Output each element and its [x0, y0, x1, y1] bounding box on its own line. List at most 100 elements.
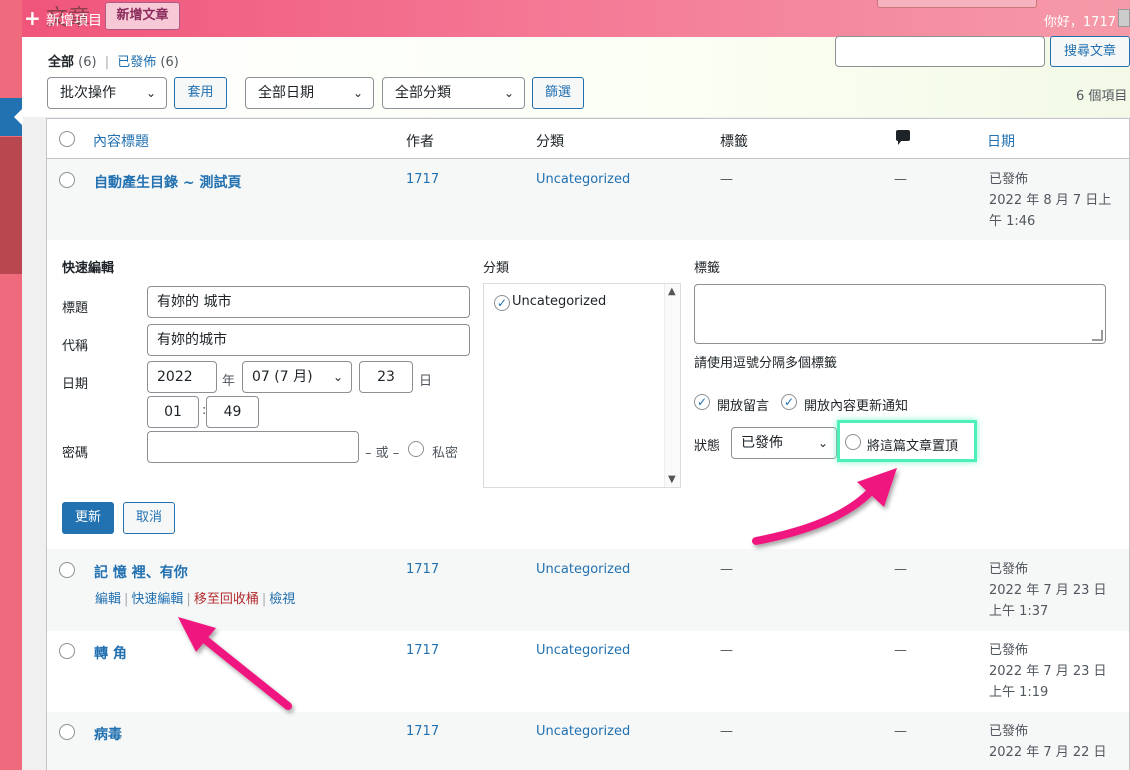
chevron-down-icon: ⌄ — [332, 370, 343, 384]
filter-published-link[interactable]: 已發佈 — [117, 55, 156, 70]
post-author-link[interactable]: 1717 — [406, 643, 439, 658]
post-author-link[interactable]: 1717 — [406, 562, 439, 577]
bulk-actions-select[interactable]: 批次操作 ⌄ — [47, 77, 167, 109]
row-checkbox[interactable] — [59, 172, 75, 188]
filter-all-count: (6) — [78, 55, 97, 70]
quick-edit-link[interactable]: 快速編輯 — [131, 592, 183, 607]
post-title-link[interactable]: 轉 角 — [94, 643, 127, 663]
post-category-link[interactable]: Uncategorized — [536, 172, 630, 187]
add-new-post-button[interactable]: 新增文章 — [105, 2, 180, 30]
sidebar-submenu — [0, 137, 22, 274]
category-item-label: Uncategorized — [512, 294, 607, 309]
trash-link[interactable]: 移至回收桶 — [194, 592, 259, 607]
cancel-button[interactable]: 取消 — [123, 502, 175, 534]
row-checkbox[interactable] — [59, 724, 75, 740]
table-row: 病毒 1717 Uncategorized — — 已發佈 2022 年 7 月… — [47, 712, 1129, 770]
date-label: 日期 — [62, 377, 89, 392]
day-unit: 日 — [419, 374, 433, 389]
screen-options-tab[interactable] — [877, 0, 1037, 8]
hour-input[interactable]: 01 — [147, 396, 199, 428]
sticky-label: 將這篇文章置頂 — [867, 439, 959, 454]
private-checkbox[interactable] — [408, 441, 424, 457]
select-all-checkbox[interactable] — [59, 131, 75, 147]
row-actions: 編輯 | 快速編輯 | 移至回收桶 | 檢視 — [95, 588, 295, 607]
minute-input[interactable]: 49 — [206, 396, 259, 428]
bulk-actions-value: 批次操作 — [60, 85, 116, 101]
plus-icon[interactable]: + — [24, 6, 41, 30]
new-item-link[interactable]: 新增項目 — [46, 10, 102, 30]
category-filter-select[interactable]: 全部分類 ⌄ — [382, 77, 525, 109]
allow-pings-label: 開放內容更新通知 — [804, 399, 909, 414]
year-input[interactable]: 2022 — [147, 361, 217, 393]
search-posts-button[interactable]: 搜尋文章 — [1050, 36, 1130, 67]
post-title-link[interactable]: 自動產生目錄 ~ 測試頁 — [94, 172, 241, 192]
month-select[interactable]: 07 (7 月) ⌄ — [242, 361, 352, 393]
avatar[interactable] — [1118, 9, 1130, 27]
post-author-link[interactable]: 1717 — [406, 724, 439, 739]
table-row: 自動產生目錄 ~ 測試頁 1717 Uncategorized — — 已發佈 … — [47, 159, 1129, 240]
post-status: 已發佈 — [989, 643, 1029, 658]
post-category-link[interactable]: Uncategorized — [536, 643, 630, 658]
private-label: 私密 — [432, 446, 459, 461]
post-datetime: 2022 年 7 月 23 日上午 1:37 — [989, 583, 1107, 619]
post-date: 已發佈 2022 年 7 月 22 日 — [989, 721, 1119, 763]
post-category-link[interactable]: Uncategorized — [536, 562, 630, 577]
password-input[interactable] — [147, 431, 359, 463]
column-tags-header: 標籤 — [720, 134, 748, 150]
post-title-link[interactable]: 記 憶 裡、有你 — [94, 562, 188, 582]
filter-separator: | — [104, 55, 110, 70]
status-select[interactable]: 已發佈 ⌄ — [731, 427, 837, 459]
quick-edit-panel: 快速編輯 標題 有妳的 城市 代稱 有妳的城市 日期 2022 年 07 (7 … — [47, 240, 1129, 549]
admin-bar: 文章 + 新增項目 新增文章 你好，1717 — [22, 0, 1130, 37]
apply-button[interactable]: 套用 — [174, 77, 227, 109]
category-filter-value: 全部分類 — [395, 85, 451, 101]
items-count: 6 個項目 — [1076, 89, 1128, 104]
view-link[interactable]: 檢視 — [269, 592, 295, 607]
row-checkbox[interactable] — [59, 643, 75, 659]
post-category-link[interactable]: Uncategorized — [536, 724, 630, 739]
post-comments: — — [894, 724, 907, 739]
sticky-checkbox[interactable] — [845, 434, 861, 450]
post-tags: — — [720, 172, 733, 187]
tags-textarea[interactable] — [694, 284, 1106, 344]
column-title-header[interactable]: 內容標題 — [93, 131, 149, 151]
category-scrollbar[interactable]: ▲ ▼ — [664, 284, 680, 487]
comment-bubble-icon[interactable] — [896, 130, 910, 145]
post-author-link[interactable]: 1717 — [406, 172, 439, 187]
posts-table: 內容標題 作者 分類 標籤 日期 自動產生目錄 ~ 測試頁 1717 Uncat… — [46, 118, 1130, 770]
category-checklist[interactable]: ✓ Uncategorized ▲ ▼ — [483, 283, 681, 488]
filter-button[interactable]: 篩選 — [532, 77, 584, 109]
search-input[interactable] — [835, 36, 1045, 67]
post-comments: — — [894, 643, 907, 658]
title-input[interactable]: 有妳的 城市 — [147, 286, 470, 318]
table-header: 內容標題 作者 分類 標籤 日期 — [47, 119, 1129, 159]
post-title-link[interactable]: 病毒 — [94, 724, 122, 744]
day-input[interactable]: 23 — [359, 361, 413, 393]
row-checkbox[interactable] — [59, 562, 75, 578]
action-separator: | — [261, 592, 267, 607]
edit-link[interactable]: 編輯 — [95, 592, 121, 607]
chevron-down-icon: ⌄ — [503, 86, 514, 100]
post-datetime: 2022 年 7 月 23 日上午 1:19 — [989, 664, 1107, 700]
scroll-up-icon[interactable]: ▲ — [668, 286, 676, 297]
update-button[interactable]: 更新 — [62, 502, 114, 534]
allow-comments-checkbox[interactable]: ✓ — [694, 394, 710, 410]
allow-pings-checkbox[interactable]: ✓ — [781, 394, 797, 410]
date-filter-select[interactable]: 全部日期 ⌄ — [245, 77, 374, 109]
slug-input[interactable]: 有妳的城市 — [147, 324, 470, 356]
post-tags: — — [720, 724, 733, 739]
filter-all-link[interactable]: 全部 — [48, 55, 74, 70]
post-status: 已發佈 — [989, 172, 1029, 187]
password-label: 密碼 — [62, 446, 89, 461]
post-tags: — — [720, 562, 733, 577]
post-status: 已發佈 — [989, 562, 1029, 577]
post-datetime: 2022 年 7 月 22 日 — [989, 745, 1107, 760]
user-greeting[interactable]: 你好，1717 — [1044, 11, 1116, 30]
category-checkbox[interactable]: ✓ — [494, 295, 510, 311]
column-date-header[interactable]: 日期 — [987, 131, 1015, 151]
date-filter-value: 全部日期 — [258, 85, 314, 101]
allow-comments-label: 開放留言 — [717, 399, 770, 414]
or-text: – 或 – — [365, 446, 400, 461]
post-tags: — — [720, 643, 733, 658]
scroll-down-icon[interactable]: ▼ — [668, 474, 676, 485]
